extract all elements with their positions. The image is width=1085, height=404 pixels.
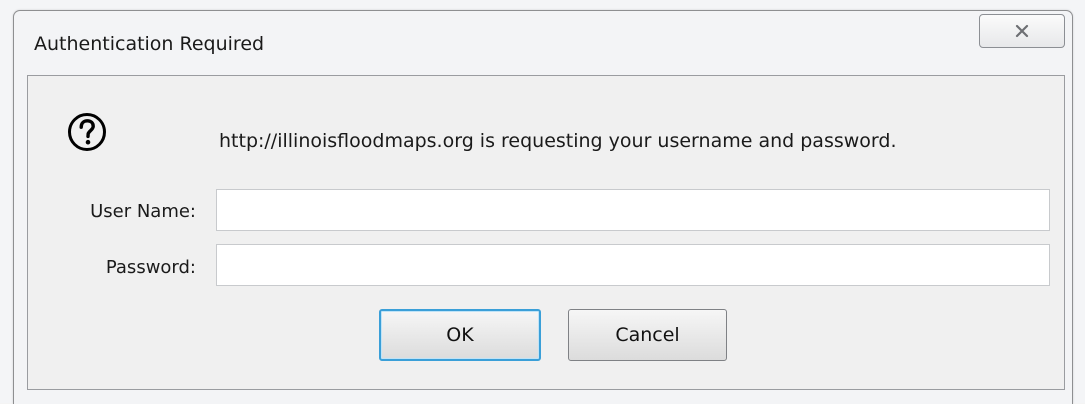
password-input[interactable] — [216, 244, 1050, 286]
cancel-button-label: Cancel — [615, 324, 680, 346]
password-label: Password: — [105, 257, 196, 278]
close-icon — [1015, 24, 1029, 38]
dialog-title: Authentication Required — [34, 33, 265, 55]
cancel-button[interactable]: Cancel — [568, 309, 727, 361]
ok-button[interactable]: OK — [379, 309, 541, 361]
ok-button-label: OK — [446, 324, 474, 346]
auth-request-message: http://illinoisfloodmaps.org is requesti… — [219, 130, 897, 152]
username-label: User Name: — [90, 201, 196, 222]
dialog-content — [27, 75, 1065, 390]
question-mark-icon — [68, 113, 106, 151]
auth-dialog-window: Authentication Required http://illinoisf… — [0, 0, 1085, 404]
username-input[interactable] — [216, 189, 1050, 231]
close-button[interactable] — [979, 14, 1065, 48]
